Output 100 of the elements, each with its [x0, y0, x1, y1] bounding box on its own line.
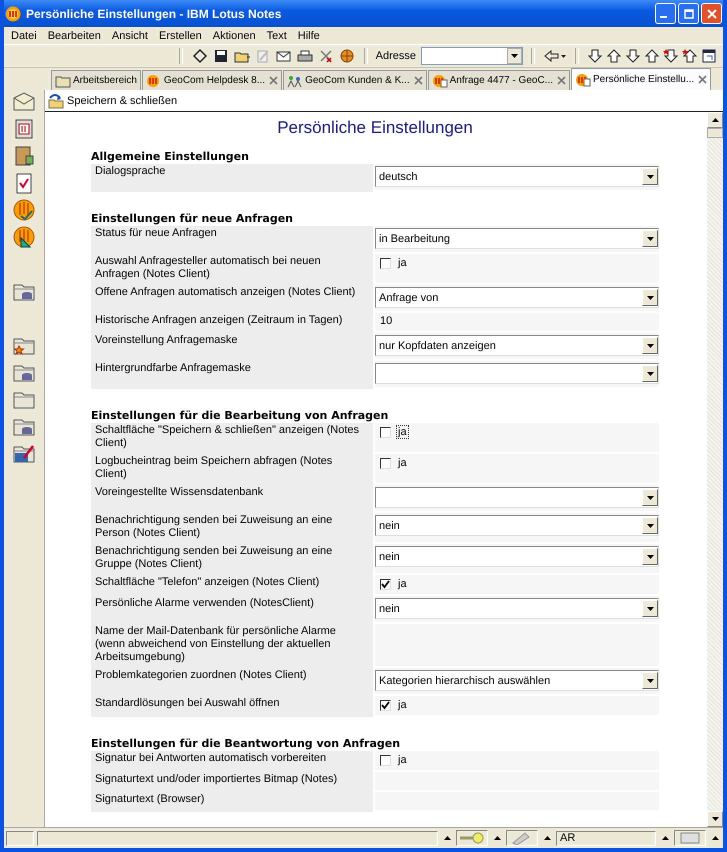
menu-item[interactable]: Bearbeiten	[42, 30, 107, 42]
dropdown-field[interactable]: in Bearbeitung	[375, 228, 659, 249]
dropdown-field[interactable]: nein	[375, 515, 659, 536]
document-tab[interactable]: GeoCom Kunden & K...	[283, 70, 427, 90]
menu-item[interactable]: Ansicht	[106, 30, 154, 42]
field-label: Name der Mail-Datenbank für persönliche Alarme (wenn abweichend von Einstellung der aktuellen Arbeitsumgebung)	[95, 625, 336, 663]
checkbox[interactable]	[380, 258, 391, 268]
dropdown-field[interactable]: Kategorien hierarchisch auswählen	[375, 670, 659, 691]
up-arrow-icon[interactable]	[606, 48, 622, 64]
up-arrow-icon[interactable]	[644, 48, 660, 64]
document-tab[interactable]: Persönliche Einstellu...	[571, 68, 712, 90]
popup-arrow-icon[interactable]	[712, 836, 718, 840]
dropdown-field[interactable]: Anfrage von	[375, 287, 659, 308]
close-icon[interactable]	[557, 76, 566, 85]
dropdown-arrow-icon[interactable]	[646, 344, 654, 348]
diamond-icon[interactable]	[190, 48, 209, 64]
checkbox-label[interactable]: ja	[396, 577, 409, 591]
field-label: Hintergrundfarbe Anfragemaske	[95, 362, 251, 374]
scrollbar-thumb[interactable]	[707, 128, 723, 138]
scroll-down-icon[interactable]	[712, 817, 718, 821]
document-tab[interactable]: GeoCom Helpdesk 8...	[142, 70, 282, 90]
dropdown-arrow-icon[interactable]	[646, 372, 654, 376]
dropdown-arrow-icon[interactable]	[646, 554, 654, 558]
checkbox-label[interactable]: ja	[396, 256, 409, 270]
down-arrow-icon[interactable]	[663, 48, 679, 64]
section-heading: Allgemeine Einstellungen	[91, 150, 250, 164]
globe-icon[interactable]	[338, 48, 356, 64]
down-arrow-icon[interactable]	[625, 48, 641, 64]
close-icon[interactable]	[414, 76, 423, 85]
dropdown-arrow-icon[interactable]	[646, 174, 654, 178]
maximize-button[interactable]	[678, 3, 699, 24]
checkbox[interactable]	[380, 426, 391, 438]
dropdown-field[interactable]	[375, 487, 659, 508]
popup-arrow-icon[interactable]	[444, 836, 450, 840]
dropdown-field[interactable]: nein	[375, 546, 659, 567]
scroll-up-icon[interactable]	[712, 118, 718, 122]
dropdown-arrow-icon[interactable]	[646, 606, 654, 610]
checkbox-label[interactable]: ja	[396, 425, 409, 439]
field-label: Problemkategorien zuordnen (Notes Client)	[95, 669, 307, 681]
key-icon[interactable]	[456, 830, 488, 846]
vertical-scrollbar[interactable]	[707, 112, 723, 827]
checkbox-label[interactable]: ja	[396, 753, 409, 767]
document-tab[interactable]: Anfrage 4477 - GeoC...	[428, 70, 570, 90]
field-label: Persönliche Alarme verwenden (NotesClient)	[95, 597, 314, 609]
printer-icon[interactable]	[296, 48, 314, 64]
section-heading: Einstellungen für die Bearbeitung von Anfragen	[91, 409, 390, 423]
close-button[interactable]	[701, 3, 722, 24]
down-arrow-icon[interactable]	[587, 48, 603, 64]
status-panel[interactable]	[6, 830, 34, 846]
checkbox[interactable]	[380, 578, 391, 590]
input-field[interactable]: 10	[375, 313, 659, 333]
field-label: Schaltfläche "Speichern & schließen" anzeigen (Notes Client)	[95, 424, 360, 449]
checkmark-icon	[381, 700, 390, 710]
window-icon[interactable]	[701, 48, 717, 64]
popup-arrow-icon[interactable]	[544, 836, 550, 840]
folder-arrow-icon	[47, 92, 65, 108]
dropdown-field[interactable]: nein	[375, 598, 659, 619]
field-label: Historische Anfragen anzeigen (Zeitraum in Tagen)	[95, 314, 342, 326]
menu-item[interactable]: Datei	[6, 30, 43, 42]
checkbox[interactable]	[380, 458, 391, 468]
document-tab[interactable]: Arbeitsbereich	[51, 70, 141, 90]
close-icon[interactable]	[698, 75, 708, 84]
location-indicator[interactable]: AR	[556, 830, 656, 846]
popup-arrow-icon[interactable]	[494, 836, 500, 840]
menu-item[interactable]: Aktionen	[208, 30, 262, 42]
popup-arrow-icon[interactable]	[662, 836, 668, 840]
checkbox[interactable]	[380, 700, 391, 710]
up-arrow-icon[interactable]	[682, 48, 698, 64]
field-label: Signaturtext (Browser)	[95, 793, 204, 805]
field-label: Standardlösungen bei Auswahl öffnen	[95, 697, 280, 709]
pen-icon[interactable]	[506, 830, 538, 846]
dropdown-arrow-icon[interactable]	[646, 496, 654, 500]
field-label: Auswahl Anfragesteller automatisch bei neuen Anfragen (Notes Client)	[95, 255, 321, 280]
field-label: Schaltfläche "Telefon" anzeigen (Notes Client)	[95, 576, 320, 588]
dropdown-field[interactable]: nur Kopfdaten anzeigen	[375, 335, 659, 356]
section-heading: Einstellungen für die Beantwortung von Anfragen	[91, 737, 402, 751]
checkbox-label[interactable]: ja	[396, 698, 409, 712]
checkbox[interactable]	[380, 754, 391, 766]
back-arrow-icon[interactable]	[543, 48, 567, 64]
menu-item[interactable]: Text	[262, 30, 293, 42]
globe-check-icon[interactable]	[12, 198, 36, 222]
menu-item[interactable]: Erstellen	[154, 30, 208, 42]
dropdown-arrow-icon[interactable]	[646, 678, 654, 682]
dropdown-field[interactable]	[375, 363, 659, 384]
dropdown-arrow-icon[interactable]	[511, 54, 518, 58]
field-label: Benachrichtigung senden bei Zuweisung an eine Person (Notes Client)	[95, 514, 332, 539]
menu-item[interactable]: Hilfe	[292, 30, 326, 42]
close-icon[interactable]	[269, 76, 278, 85]
dropdown-arrow-icon[interactable]	[646, 524, 654, 528]
minimize-icon	[660, 16, 667, 18]
save-close-button[interactable]: Speichern & schließen	[45, 92, 180, 108]
dropdown-arrow-icon[interactable]	[646, 236, 654, 240]
checkbox-label[interactable]: ja	[396, 456, 409, 470]
window-title: Persönliche Einstellungen - IBM Lotus Notes	[26, 6, 282, 20]
address-field[interactable]	[421, 47, 523, 65]
field-label: Logbucheintrag beim Speichern abfragen (Notes Client)	[95, 455, 332, 480]
inbox-icon[interactable]	[674, 830, 706, 846]
dropdown-arrow-icon[interactable]	[646, 296, 654, 300]
minimize-button[interactable]	[655, 3, 676, 24]
dropdown-field[interactable]: deutsch	[375, 166, 659, 187]
